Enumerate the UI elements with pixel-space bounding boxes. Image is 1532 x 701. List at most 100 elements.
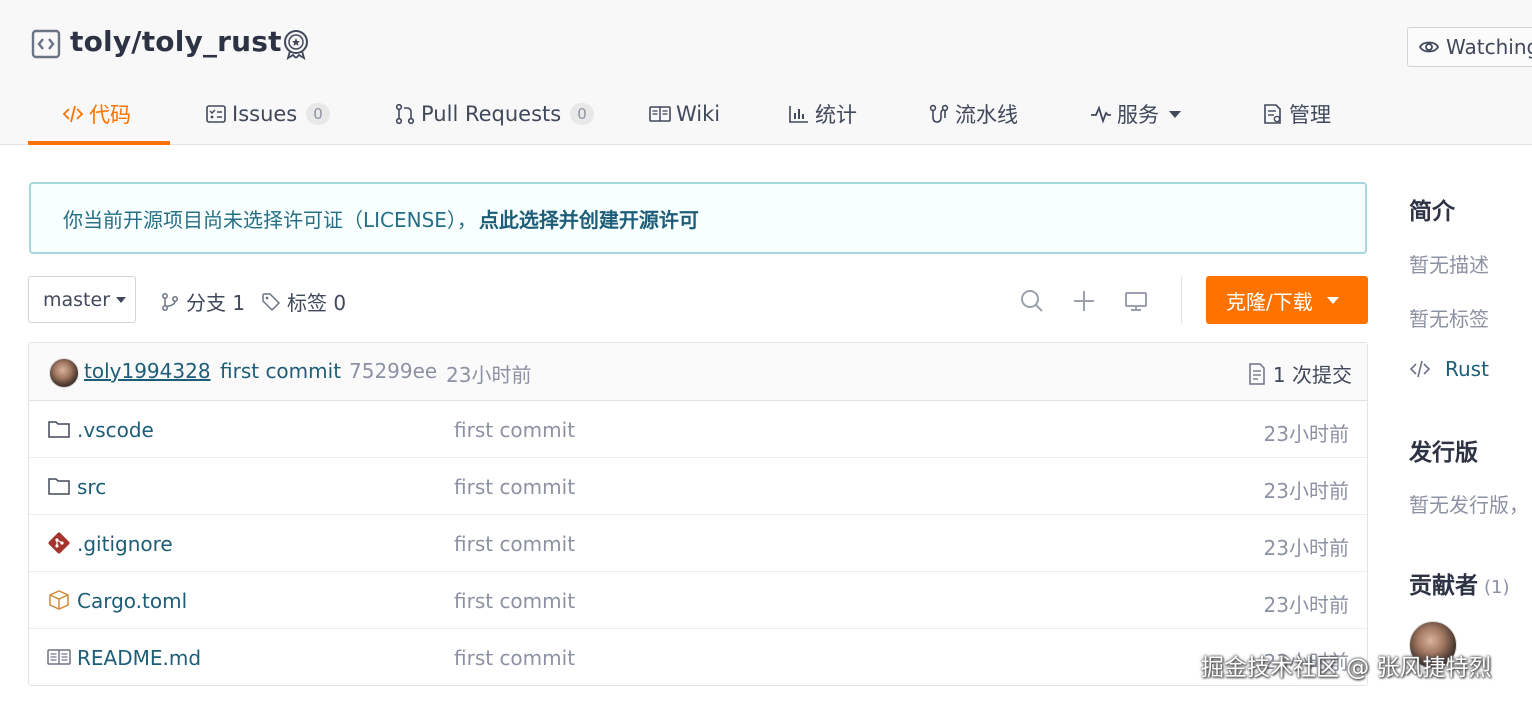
file-name-link[interactable]: src [77,475,106,499]
language-link[interactable]: Rust [1409,357,1489,381]
contributors-title: 贡献者 [1409,573,1478,599]
commit-history-icon [1249,362,1265,385]
file-commit-time: 23小时前 [1263,422,1349,446]
file-name-link[interactable]: .vscode [77,418,154,442]
watch-button[interactable]: Watching [1407,27,1532,67]
commit-author-link[interactable]: toly1994328 [84,359,211,383]
license-notice: 你当前开源项目尚未选择许可证（LICENSE）， 点此选择并创建开源许可 [29,182,1367,254]
tab-code[interactable]: 代码 [62,92,131,136]
code-icon [62,105,84,123]
branches-label: 分支 1 [186,291,246,315]
tab-wiki-label: Wiki [676,102,721,126]
add-file-icon[interactable] [1071,288,1097,314]
tab-manage[interactable]: 管理 [1262,92,1331,136]
file-commit-message[interactable]: first commit [454,418,575,442]
contributors-count: (1) [1484,577,1510,598]
file-name-link[interactable]: Cargo.toml [77,589,187,613]
package-icon [49,590,69,610]
file-commit-message[interactable]: first commit [454,532,575,556]
clone-download-label: 克隆/下载 [1226,289,1313,314]
file-row[interactable]: .gitignore first commit 23小时前 [29,515,1367,572]
commit-sha[interactable]: 75299ee [349,359,437,383]
contributors-heading: 贡献者 (1) [1409,566,1510,600]
release-heading: 发行版 [1409,440,1478,466]
license-notice-text: 你当前开源项目尚未选择许可证（LICENSE）， [63,207,477,232]
avatar[interactable] [49,358,79,388]
tags-label: 标签 0 [287,291,347,315]
language-label: Rust [1445,357,1489,381]
file-commit-message[interactable]: first commit [454,646,575,670]
pull-request-icon [395,103,415,125]
book-icon [47,649,71,665]
chevron-down-icon [116,296,127,303]
web-ide-icon[interactable] [1123,288,1149,314]
description-text: 暂无描述 [1409,253,1489,277]
file-row[interactable]: .vscode first commit 23小时前 [29,401,1367,458]
folder-icon [48,478,70,495]
tab-issues-label: Issues [232,102,298,126]
tab-services-label: 服务 [1117,103,1159,127]
tab-issues[interactable]: Issues 0 [205,92,330,136]
file-row[interactable]: Cargo.toml first commit 23小时前 [29,572,1367,629]
issues-icon [206,105,226,123]
git-icon [48,532,70,554]
file-name-link[interactable]: README.md [77,646,201,670]
tab-pull-requests[interactable]: Pull Requests 0 [394,92,594,136]
clone-download-button[interactable]: 克隆/下载 [1206,276,1368,324]
branch-select-value: master [43,288,111,311]
tab-services[interactable]: 服务 [1090,92,1181,136]
chevron-down-icon [1326,296,1339,304]
commit-count-label: 1 次提交 [1272,363,1352,387]
active-tab-indicator [28,141,170,145]
chart-icon [789,106,808,123]
release-text: 暂无发行版， [1409,493,1529,517]
commit-count-link[interactable]: 1 次提交 [1247,359,1352,388]
create-license-link[interactable]: 点此选择并创建开源许可 [479,204,699,233]
commit-message-link[interactable]: first commit [220,359,341,383]
file-commit-message[interactable]: first commit [454,589,575,613]
branch-icon [162,292,178,311]
toolbar-divider [1181,276,1182,324]
tab-pull-requests-label: Pull Requests [421,102,562,126]
recommend-badge-icon[interactable] [280,28,312,60]
file-row[interactable]: src first commit 23小时前 [29,458,1367,515]
watch-label: Watching [1446,35,1532,59]
tag-icon [262,292,281,311]
file-list: toly1994328 first commit 75299ee 23小时前 1… [28,342,1368,686]
file-commit-time: 23小时前 [1263,479,1349,503]
file-commit-time: 23小时前 [1263,593,1349,617]
folder-icon [48,421,70,438]
file-commit-message[interactable]: first commit [454,475,575,499]
file-commit-time: 23小时前 [1263,536,1349,560]
tags-link[interactable]: 标签 0 [261,287,346,316]
tab-wiki[interactable]: Wiki [649,92,720,136]
issues-count-badge: 0 [306,103,330,125]
tab-statistics[interactable]: 统计 [788,92,857,136]
tab-manage-label: 管理 [1289,103,1331,127]
code-icon [1409,360,1431,378]
manage-icon [1264,104,1281,124]
repo-title[interactable]: toly/toly_rust [70,25,282,58]
eye-icon [1418,41,1440,53]
tags-text: 暂无标签 [1409,307,1489,331]
pulse-icon [1091,105,1111,124]
tab-code-label: 代码 [89,103,131,127]
file-row[interactable]: README.md first commit 23小时前 [29,629,1367,686]
pipeline-icon [929,104,949,123]
branches-link[interactable]: 分支 1 [160,287,245,316]
chevron-down-icon [1169,110,1181,118]
watermark: 掘金技术社区 @ 张风捷特烈 [1201,655,1492,681]
file-name-link[interactable]: .gitignore [77,532,173,556]
search-icon[interactable] [1019,288,1045,314]
latest-commit-bar: toly1994328 first commit 75299ee 23小时前 1… [29,343,1367,401]
wiki-icon [649,106,671,122]
tab-pipeline-label: 流水线 [955,103,1018,127]
repo-header: toly/toly_rust Watching 代码 Issues 0 Pull… [0,0,1532,145]
commit-time: 23小时前 [446,363,532,387]
repo-code-icon [31,29,61,59]
intro-heading: 简介 [1409,199,1455,225]
tab-statistics-label: 统计 [815,103,857,127]
pull-requests-count-badge: 0 [570,103,594,125]
tab-pipeline[interactable]: 流水线 [928,92,1018,136]
branch-select[interactable]: master [28,276,136,323]
